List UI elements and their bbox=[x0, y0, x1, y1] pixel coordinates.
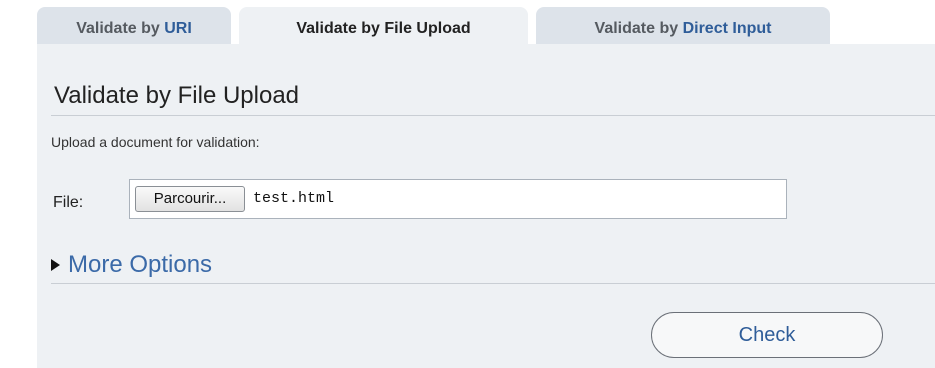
file-input[interactable]: Parcourir... test.html bbox=[129, 179, 787, 219]
triangle-right-icon bbox=[51, 259, 60, 271]
more-options-toggle[interactable]: More Options bbox=[51, 250, 212, 280]
tab-upload-prefix: Validate by bbox=[296, 20, 385, 37]
check-button[interactable]: Check bbox=[651, 312, 883, 358]
tab-validate-by-uri[interactable]: Validate by URI bbox=[37, 7, 231, 44]
options-divider bbox=[51, 283, 935, 284]
tab-uri-prefix: Validate by bbox=[76, 20, 165, 37]
tab-validate-by-file-upload[interactable]: Validate by File Upload bbox=[239, 7, 528, 44]
selected-file-name: test.html bbox=[253, 190, 335, 207]
file-upload-panel: Validate by File Upload Upload a documen… bbox=[37, 44, 935, 368]
tab-upload-highlight: File Upload bbox=[384, 20, 471, 37]
more-options-label: More Options bbox=[68, 251, 213, 278]
tab-uri-highlight: URI bbox=[164, 20, 192, 37]
browse-button[interactable]: Parcourir... bbox=[135, 186, 245, 212]
file-label: File: bbox=[53, 194, 84, 211]
tab-direct-prefix: Validate by bbox=[594, 20, 683, 37]
validator-page: Validate by URI Validate by File Upload … bbox=[0, 0, 935, 368]
tab-direct-highlight: Direct Input bbox=[682, 20, 772, 37]
panel-title: Validate by File Upload bbox=[54, 82, 300, 109]
title-divider bbox=[51, 115, 935, 116]
tab-validate-by-direct-input[interactable]: Validate by Direct Input bbox=[536, 7, 830, 44]
upload-instructions: Upload a document for validation: bbox=[51, 134, 260, 150]
